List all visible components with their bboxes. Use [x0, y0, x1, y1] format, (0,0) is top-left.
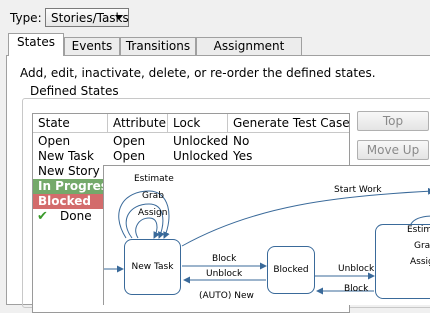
cell-state: New Task	[38, 149, 94, 163]
table-row[interactable]: New Task Open Unlocked Yes	[33, 149, 349, 164]
column-header-test-case[interactable]: Generate Test Case	[228, 114, 349, 133]
cell-lock: Unlocked	[173, 149, 229, 163]
column-header-attribute[interactable]: Attribute	[108, 114, 168, 133]
type-select[interactable]: Stories/Tasks	[45, 8, 129, 27]
state-diagram: New Task Blocked Estimate Grab Assign St…	[103, 165, 430, 305]
cell-lock: Unlocked	[173, 134, 229, 148]
column-header-lock[interactable]: Lock	[168, 114, 228, 133]
move-up-button[interactable]: Move Up	[357, 140, 429, 160]
top-button[interactable]: Top	[357, 111, 429, 131]
edge-label-estimate-partial: Estima	[407, 225, 430, 235]
edge-label-estimate: Estimate	[134, 174, 174, 184]
chevron-down-icon	[115, 15, 123, 20]
group-title: Defined States	[26, 84, 123, 98]
tab-assignment-rules[interactable]: Assignment Rules	[196, 37, 302, 70]
cell-test-case: Yes	[233, 149, 253, 163]
check-icon: ✔	[37, 209, 48, 224]
edge-label-unblock: Unblock	[206, 269, 243, 279]
cell-state: Open	[38, 134, 71, 148]
cell-state: Done	[60, 209, 92, 223]
edge-label-block: Block	[212, 254, 237, 264]
tab-transitions[interactable]: Transitions	[120, 37, 196, 55]
node-new-task[interactable]: New Task	[124, 239, 181, 295]
cell-attribute: Open	[113, 149, 146, 163]
edge-label-assign-partial: Assig	[410, 257, 430, 267]
cell-state: New Story	[38, 164, 100, 178]
edge-label-block-2: Block	[344, 284, 369, 294]
tab-events[interactable]: Events	[64, 37, 120, 55]
tab-states[interactable]: States	[8, 33, 64, 56]
edge-label-grab: Grab	[142, 191, 164, 201]
column-header-state[interactable]: State	[33, 114, 108, 133]
type-label: Type:	[10, 11, 42, 25]
edge-label-grab-partial: Grab	[414, 241, 430, 251]
instructions-text: Add, edit, inactivate, delete, or re-ord…	[20, 66, 376, 80]
cell-test-case: No	[233, 134, 250, 148]
edge-label-unblock-2: Unblock	[338, 264, 375, 274]
edge-label-assign: Assign	[138, 208, 168, 218]
edge-label-start-work: Start Work	[334, 185, 382, 195]
table-row[interactable]: Open Open Unlocked No	[33, 134, 349, 149]
node-blocked[interactable]: Blocked	[267, 246, 315, 294]
cell-state: Blocked	[38, 194, 92, 208]
cell-attribute: Open	[113, 134, 146, 148]
